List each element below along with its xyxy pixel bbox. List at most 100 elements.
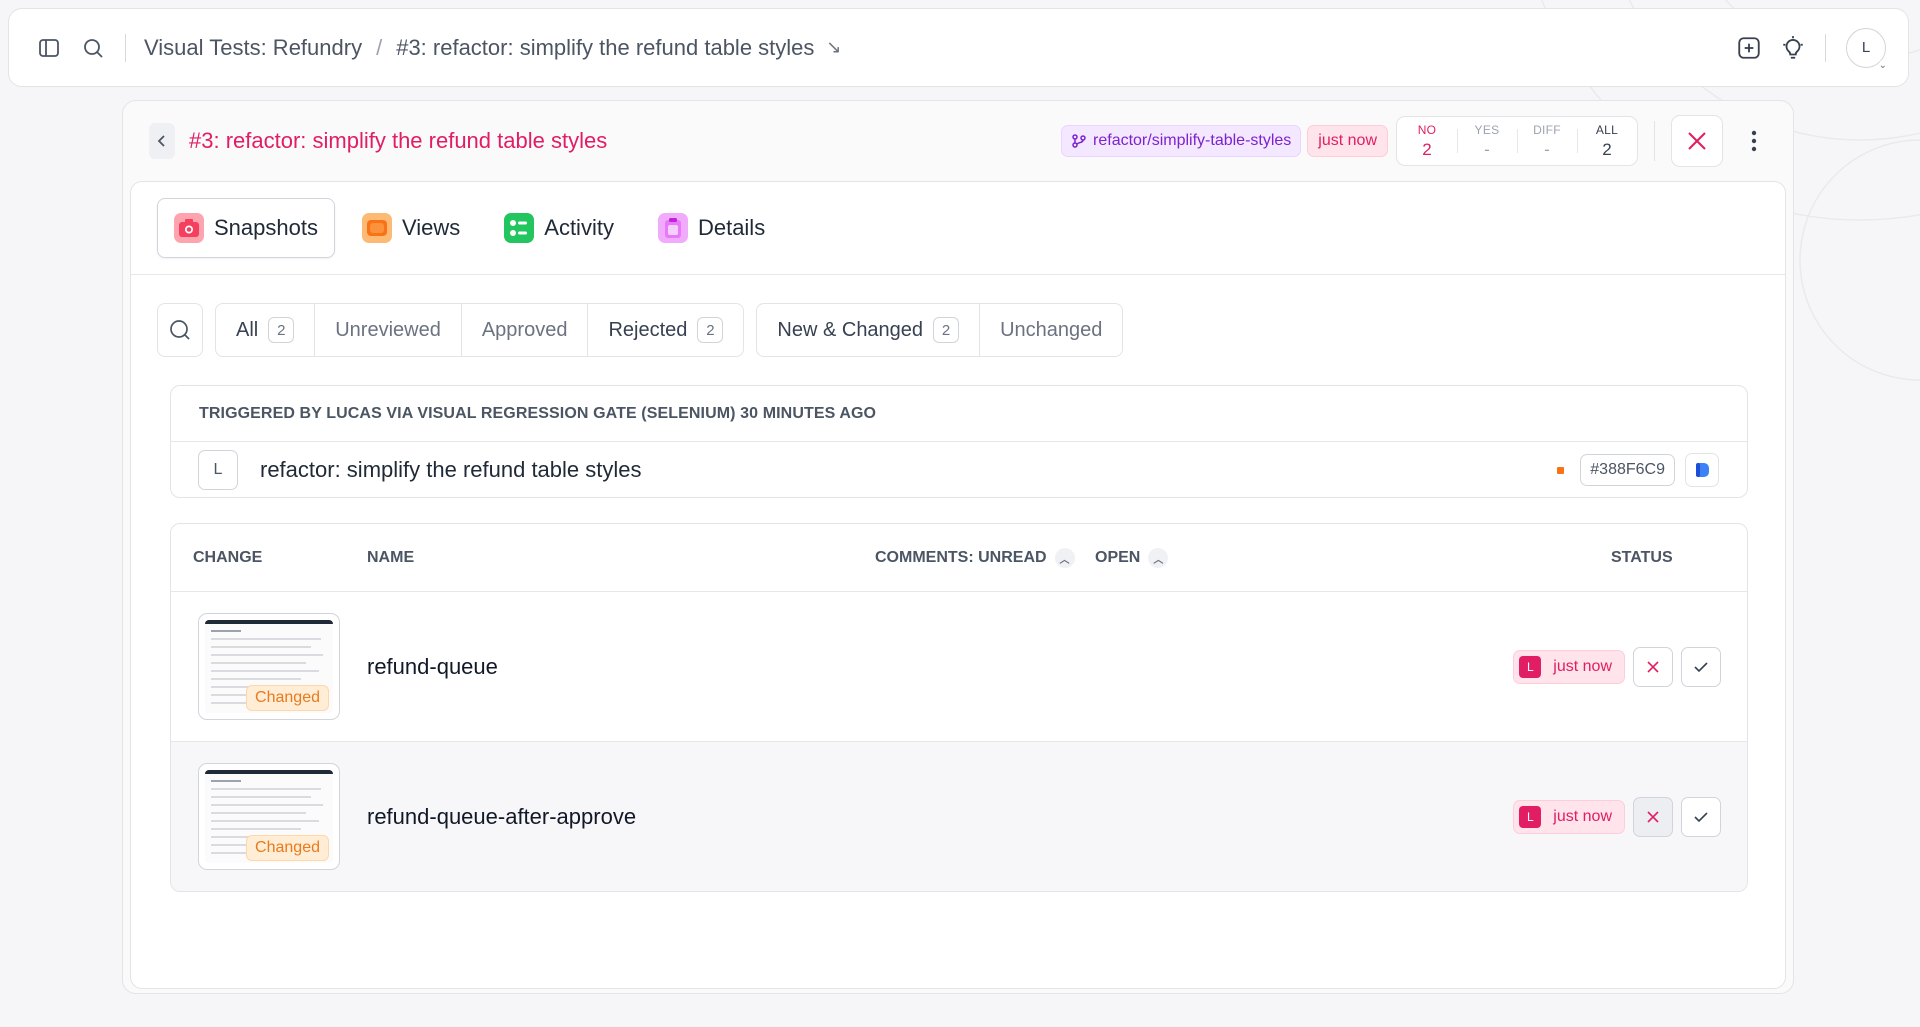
check-icon [1694, 812, 1708, 823]
back-button[interactable] [149, 123, 175, 159]
trigger-info: TRIGGERED BY LUCAS VIA VISUAL REGRESSION… [170, 385, 1748, 498]
branch-name: refactor/simplify-table-styles [1093, 132, 1292, 149]
snapshots-table: CHANGE NAME COMMENTS: UNREAD ︿ OPEN ︿ ST… [170, 523, 1748, 892]
filter-new-and-changed[interactable]: New & Changed 2 [757, 304, 981, 356]
column-comments-unread[interactable]: COMMENTS: UNREAD ︿ [875, 524, 1075, 592]
arrow-down-right-icon[interactable]: ↘ [826, 37, 841, 58]
review-filter-group: All 2 Unreviewed Approved Rejected 2 [215, 303, 745, 357]
build-panel: #3: refactor: simplify the refund table … [122, 100, 1794, 994]
check-icon [1694, 662, 1708, 673]
count-diff[interactable]: DIFF - [1517, 117, 1577, 165]
tab-bar: Snapshots Views Activity Details [131, 182, 1785, 275]
divider [1654, 121, 1655, 161]
status-badge: L just now [1513, 800, 1625, 834]
row-status: L just now [1513, 592, 1721, 742]
approve-snapshot-button[interactable] [1681, 797, 1721, 837]
reviewer-avatar: L [1519, 806, 1542, 828]
browser-icon [1685, 453, 1719, 487]
status-time: just now [1553, 658, 1612, 675]
chevron-left-icon [157, 135, 165, 147]
column-status: STATUS [1611, 549, 1673, 566]
tab-label: Views [401, 215, 461, 240]
count-all[interactable]: ALL 2 [1577, 117, 1637, 165]
column-label: OPEN [1095, 549, 1141, 566]
chevron-down-icon: ⌄ [1878, 59, 1887, 71]
reject-build-button[interactable] [1671, 115, 1723, 167]
tab-snapshots[interactable]: Snapshots [157, 198, 335, 258]
tab-label: Activity [544, 215, 614, 240]
timeline-icon [504, 213, 535, 243]
count-yes[interactable]: YES - [1457, 117, 1517, 165]
filter-label: Unreviewed [335, 318, 441, 341]
divider [1825, 33, 1826, 62]
snapshot-thumbnail[interactable]: Changed [198, 613, 340, 720]
table-row[interactable]: Changed refund-queue-after-approve L jus… [171, 742, 1747, 891]
count-no[interactable]: NO 2 [1397, 117, 1457, 165]
column-open[interactable]: OPEN ︿ [1095, 524, 1169, 592]
table-header: CHANGE NAME COMMENTS: UNREAD ︿ OPEN ︿ ST… [171, 524, 1747, 592]
filter-unchanged[interactable]: Unchanged [980, 304, 1122, 356]
review-counts: NO 2 YES - DIFF - ALL 2 [1396, 116, 1638, 166]
add-icon[interactable] [1731, 30, 1767, 66]
close-icon [1647, 661, 1659, 673]
trigger-header: TRIGGERED BY LUCAS VIA VISUAL REGRESSION… [171, 386, 1747, 442]
count-label: NO [1417, 122, 1437, 137]
tab-views[interactable]: Views [345, 198, 477, 258]
breadcrumb-build[interactable]: #3: refactor: simplify the refund table … [396, 35, 814, 61]
tab-label: Snapshots [214, 215, 318, 240]
approve-snapshot-button[interactable] [1681, 647, 1721, 687]
layers-icon [361, 213, 392, 243]
commit-row: L refactor: simplify the refund table st… [171, 442, 1747, 498]
commit-message: refactor: simplify the refund table styl… [260, 457, 642, 482]
filter-label: Unchanged [1000, 318, 1103, 341]
reject-snapshot-button[interactable] [1633, 647, 1673, 687]
search-icon[interactable] [75, 30, 111, 66]
reviewer-avatar: L [1519, 656, 1542, 678]
lightbulb-icon[interactable] [1775, 30, 1811, 66]
count-value: - [1484, 139, 1490, 159]
status-dot [1557, 466, 1565, 474]
camera-icon [174, 213, 204, 243]
row-status: L just now [1513, 742, 1721, 891]
table-row[interactable]: Changed refund-queue L just now [171, 592, 1747, 742]
sort-up-icon[interactable]: ︿ [1054, 548, 1075, 568]
status-badge: L just now [1513, 650, 1625, 684]
column-change: CHANGE [193, 549, 263, 566]
filter-count: 2 [697, 317, 724, 343]
filter-rejected[interactable]: Rejected 2 [588, 304, 743, 356]
breadcrumb-separator: / [376, 34, 383, 60]
snapshot-name[interactable]: refund-queue [367, 592, 498, 742]
snapshot-thumbnail[interactable]: Changed [198, 763, 340, 870]
filter-label: All [236, 318, 259, 341]
branch-badge[interactable]: refactor/simplify-table-styles [1061, 125, 1302, 157]
search-icon [170, 320, 190, 340]
reject-snapshot-button[interactable] [1633, 797, 1673, 837]
filter-label: Rejected [608, 318, 688, 341]
close-icon [1647, 811, 1659, 823]
close-icon [1688, 132, 1706, 150]
user-avatar[interactable]: L ⌄ [1846, 27, 1887, 71]
sort-up-icon[interactable]: ︿ [1148, 548, 1169, 568]
count-label: ALL [1595, 122, 1619, 137]
tab-activity[interactable]: Activity [487, 198, 631, 258]
more-options-icon[interactable] [1739, 121, 1769, 161]
filter-bar: All 2 Unreviewed Approved Rejected 2 New… [157, 303, 1124, 357]
filter-approved[interactable]: Approved [462, 304, 589, 356]
filter-label: Approved [481, 318, 568, 341]
filter-search-button[interactable] [157, 303, 203, 357]
change-filter-group: New & Changed 2 Unchanged [756, 303, 1124, 357]
changed-badge: Changed [246, 835, 329, 861]
sidebar-toggle-icon[interactable] [31, 30, 67, 66]
snapshot-name[interactable]: refund-queue-after-approve [367, 742, 636, 891]
filter-label: New & Changed [777, 318, 924, 341]
column-label: COMMENTS: UNREAD [875, 549, 1047, 566]
breadcrumb-project[interactable]: Visual Tests: Refundry [144, 35, 362, 61]
author-avatar: L [198, 450, 238, 490]
filter-all[interactable]: All 2 [216, 304, 316, 356]
changed-badge: Changed [246, 685, 329, 711]
filter-unreviewed[interactable]: Unreviewed [315, 304, 462, 356]
build-header: #3: refactor: simplify the refund table … [123, 101, 1793, 181]
tab-details[interactable]: Details [641, 198, 782, 258]
commit-sha[interactable]: #388F6C9 [1580, 454, 1675, 486]
avatar-letter: L [1861, 39, 1871, 56]
